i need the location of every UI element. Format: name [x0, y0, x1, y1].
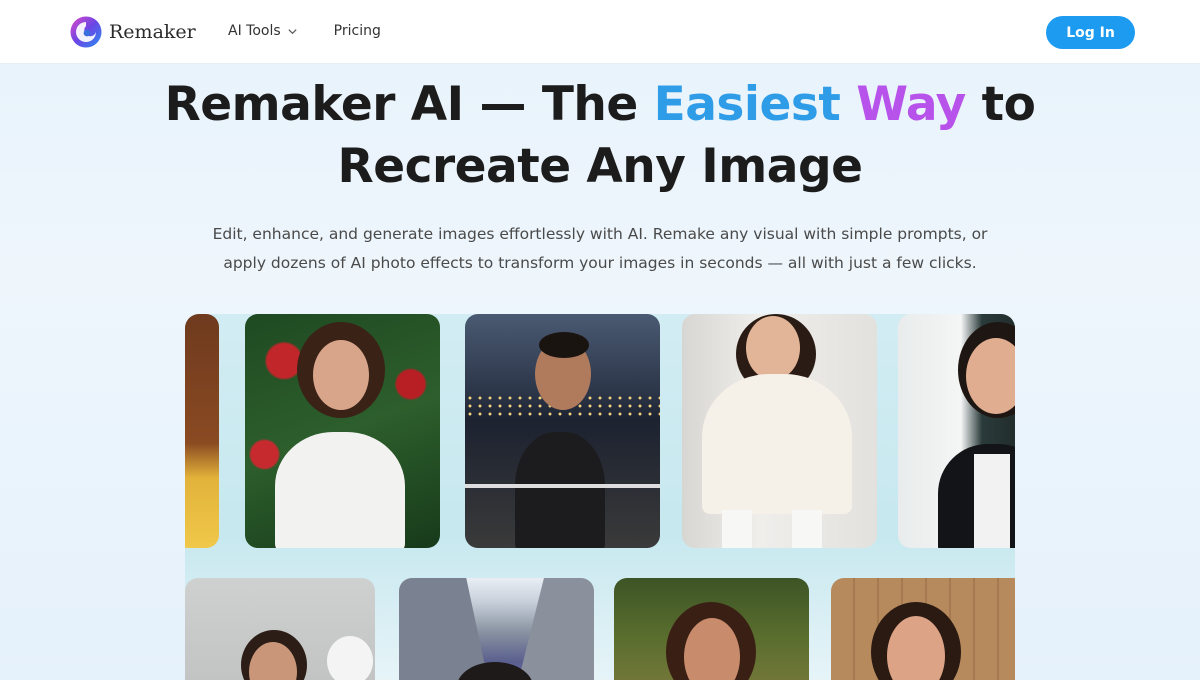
hero-title-line2: Recreate Any Image — [337, 139, 863, 194]
gallery-image-flowers-edge[interactable] — [185, 314, 219, 548]
top-navbar: Remaker AI Tools Pricing Log In — [0, 0, 1200, 64]
brand-name: Remaker — [109, 21, 196, 43]
nav-item-label: Pricing — [333, 23, 381, 39]
gallery-image-portrait-mountain-flowers[interactable] — [399, 578, 594, 680]
hero-subtitle-line2: apply dozens of AI photo effects to tran… — [223, 254, 977, 272]
nav-item-pricing[interactable]: Pricing — [334, 23, 381, 39]
hero-title-highlight-way: Way — [856, 77, 966, 132]
gallery-image-portrait-rose-garden[interactable] — [245, 314, 440, 548]
hero-subtitle: Edit, enhance, and generate images effor… — [200, 220, 1000, 278]
hero-subtitle-line1: Edit, enhance, and generate images effor… — [212, 225, 988, 243]
brand-logo[interactable]: Remaker — [70, 16, 196, 48]
gallery-image-portrait-wooden-wall[interactable] — [831, 578, 1015, 680]
hero-title-part1: Remaker AI — The — [164, 77, 654, 132]
nav-item-ai-tools[interactable]: AI Tools — [228, 23, 298, 39]
gallery-image-portrait-outdoor[interactable] — [614, 578, 809, 680]
nav-item-label: AI Tools — [228, 23, 281, 39]
gallery-image-portrait-city-night[interactable] — [465, 314, 660, 548]
remaker-logo-icon — [70, 16, 102, 48]
gallery-image-portrait-white-sweater[interactable] — [682, 314, 877, 548]
hero-title-part2: to — [965, 77, 1036, 132]
gallery-image-portrait-blazer[interactable] — [898, 314, 1015, 548]
hero-title-highlight-easiest: Easiest — [653, 77, 841, 132]
example-image-gallery — [185, 314, 1015, 680]
chevron-down-icon — [288, 28, 297, 34]
gallery-image-portrait-balloon[interactable] — [185, 578, 375, 680]
main-nav: AI Tools Pricing — [228, 23, 381, 39]
hero-title: Remaker AI — The Easiest Way to Recreate… — [0, 74, 1200, 198]
login-button[interactable]: Log In — [1046, 16, 1135, 49]
